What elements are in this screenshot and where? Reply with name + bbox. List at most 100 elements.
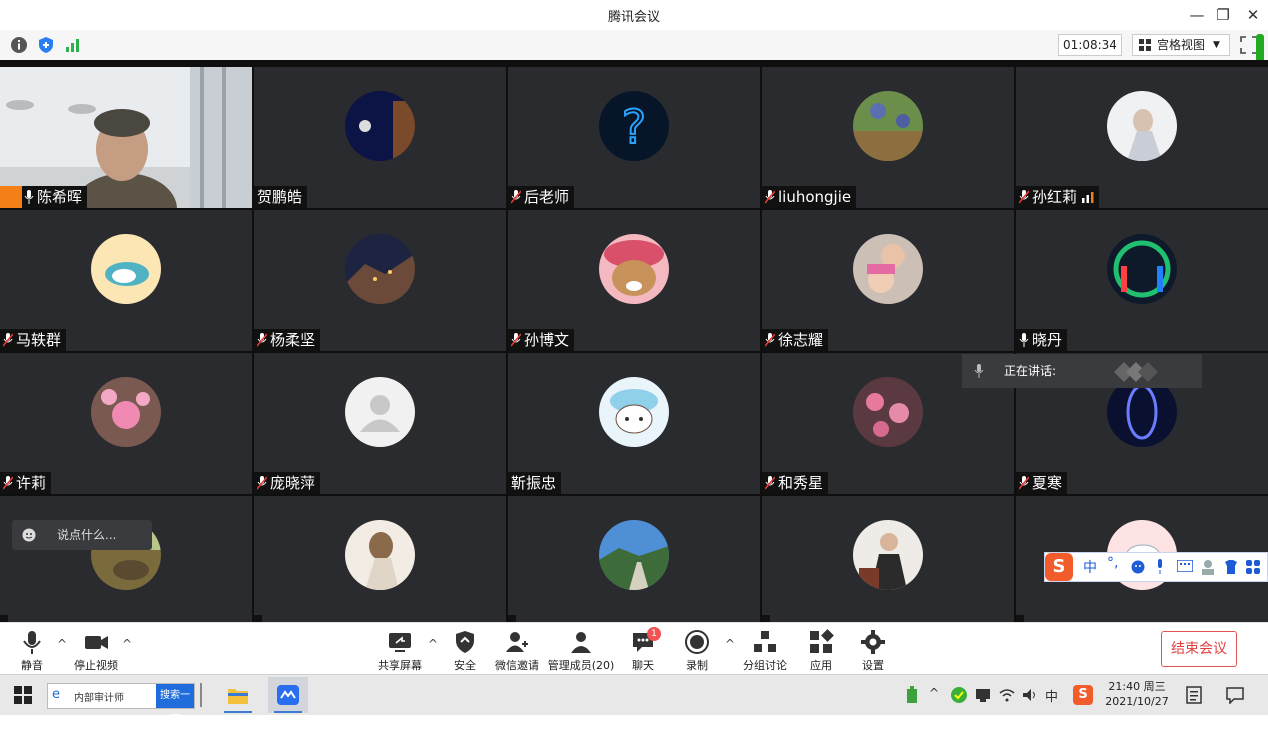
chevron-up-icon[interactable]: ^ (725, 637, 735, 651)
voice-input-icon[interactable] (1155, 559, 1165, 575)
chat-button[interactable]: 聊天 (613, 629, 673, 673)
sogou-tray-icon[interactable]: S (1073, 685, 1093, 705)
avatar (1107, 234, 1177, 304)
info-icon[interactable] (10, 36, 28, 54)
stop-video-label: 停止视频 (74, 659, 118, 672)
video-tile[interactable]: 贺鹏皓 (254, 67, 506, 208)
video-tile[interactable]: ? 后老师 (508, 67, 760, 208)
emoji-icon[interactable] (22, 528, 36, 542)
settings-button[interactable]: 设置 (843, 629, 903, 673)
participant-name-label: 靳振忠 (511, 474, 557, 492)
clock[interactable]: 21:40 周三 2021/10/27 (1100, 679, 1174, 709)
signal-icon[interactable] (64, 36, 82, 54)
svg-text:?: ? (622, 100, 646, 154)
end-meeting-button[interactable]: 结束会议 (1161, 631, 1237, 667)
toolbox-icon[interactable] (1245, 559, 1261, 575)
video-tile[interactable] (762, 496, 1014, 622)
folder-icon (228, 689, 248, 704)
speaking-label: 正在讲话: (1004, 364, 1057, 378)
avatar (599, 377, 669, 447)
video-tile[interactable]: 孙红莉 (1016, 67, 1268, 208)
breakout-label: 分组讨论 (743, 659, 787, 672)
camera-icon (85, 636, 108, 649)
stop-video-button[interactable]: 停止视频 (66, 629, 126, 673)
manage-members-button[interactable]: 管理成员(20) (545, 629, 617, 673)
volume-icon[interactable] (1022, 687, 1038, 703)
participant-name: liuhongjie (762, 186, 857, 208)
wifi-icon[interactable] (999, 687, 1015, 703)
chat-placeholder: 说点什么... (57, 528, 117, 542)
breakout-rooms-button[interactable]: 分组讨论 (735, 629, 795, 673)
video-tile[interactable]: liuhongjie (762, 67, 1014, 208)
view-selector[interactable]: 宫格视图 ▼ (1132, 34, 1230, 56)
shield-icon[interactable] (37, 36, 55, 54)
user-icon[interactable] (1201, 559, 1215, 575)
avatar (599, 234, 669, 304)
speaking-indicator: 正在讲话: (962, 354, 1202, 388)
video-grid: 陈希晖 贺鹏皓 ? 后老师 liuhongjie 孙红莉 马轶群 杨柔坚 孙博文… (0, 60, 1268, 622)
security-button[interactable]: 安全 (435, 629, 495, 673)
video-tile[interactable] (508, 496, 760, 622)
video-tile[interactable]: 马轶群 (0, 210, 252, 351)
share-screen-button[interactable]: 共享屏幕 (370, 629, 430, 673)
video-tile[interactable]: 陈希晖 (0, 67, 252, 208)
shield-icon (456, 631, 474, 653)
chevron-up-icon[interactable]: ^ (929, 686, 939, 700)
mute-button[interactable]: 静音 (2, 629, 62, 673)
window-title: 腾讯会议 (607, 10, 660, 25)
grid-view-icon (1139, 39, 1151, 51)
participant-name-label: 和秀星 (778, 474, 824, 492)
wechat-invite-button[interactable]: 微信邀请 (487, 629, 547, 673)
control-bar: 静音 ^ 停止视频 ^ 共享屏幕 ^ 安全 微信邀请 管理成员(20) 聊天 1… (0, 622, 1268, 675)
video-tile[interactable]: 晓丹 (1016, 210, 1268, 351)
network-icon[interactable] (975, 687, 993, 703)
participant-name: 徐志耀 (762, 329, 829, 351)
file-explorer-taskbar-button[interactable] (220, 677, 256, 713)
mute-label: 静音 (21, 659, 43, 672)
tencent-meeting-taskbar-button[interactable] (268, 677, 308, 713)
mic-muted-icon (257, 476, 267, 490)
settings-label: 设置 (862, 659, 884, 672)
windows-start-icon[interactable] (14, 686, 32, 704)
clock-time: 21:40 周三 (1108, 680, 1166, 693)
tencent-meeting-icon (277, 685, 299, 705)
minimize-button[interactable]: — (1186, 4, 1208, 26)
participant-name (254, 615, 262, 622)
record-button[interactable]: 录制 (667, 629, 727, 673)
video-tile[interactable]: 杨柔坚 (254, 210, 506, 351)
participant-name-label: 孙博文 (524, 331, 570, 349)
punctuation-icon[interactable]: °, (1107, 555, 1118, 571)
participant-name: 和秀星 (762, 472, 829, 494)
security-tray-icon[interactable] (950, 686, 968, 704)
taskbar-search[interactable]: e 内部审计师 搜索一下 (47, 683, 195, 725)
ime-mode[interactable]: 中 (1083, 557, 1097, 577)
notes-icon[interactable] (1186, 686, 1202, 704)
video-tile[interactable]: 许莉 (0, 353, 252, 494)
participant-name (0, 615, 8, 622)
video-tile[interactable]: 孙博文 (508, 210, 760, 351)
close-button[interactable]: ✕ (1242, 4, 1264, 26)
chevron-up-icon[interactable]: ^ (122, 637, 132, 651)
notification-icon[interactable] (1226, 686, 1244, 704)
participant-name-label: 晓丹 (1032, 331, 1063, 349)
participant-name: 杨柔坚 (254, 329, 321, 351)
video-tile[interactable]: 庞晓萍 (254, 353, 506, 494)
apps-button[interactable]: 应用 (791, 629, 851, 673)
restore-button[interactable]: ❐ (1212, 4, 1234, 26)
video-tile[interactable]: 徐志耀 (762, 210, 1014, 351)
participant-name-label: 夏寒 (1032, 474, 1063, 492)
video-tile[interactable]: 靳振忠 (508, 353, 760, 494)
keyboard-icon[interactable] (1177, 560, 1193, 572)
search-button[interactable]: 搜索一下 (156, 684, 194, 725)
emoji-icon[interactable] (1131, 560, 1145, 574)
avatar (1107, 91, 1177, 161)
skin-icon[interactable] (1223, 559, 1239, 575)
participant-name-label: 孙红莉 (1032, 188, 1078, 206)
battery-icon[interactable] (906, 686, 918, 704)
taskbar: e 内部审计师 搜索一下 ^ 中 S 21:40 周三 2021/10/27 (0, 674, 1268, 725)
video-tile[interactable] (0, 496, 252, 622)
chat-input-bubble[interactable]: 说点什么... (12, 520, 152, 550)
apps-label: 应用 (810, 659, 832, 672)
language-indicator[interactable]: 中 (1045, 686, 1058, 705)
video-tile[interactable] (254, 496, 506, 622)
